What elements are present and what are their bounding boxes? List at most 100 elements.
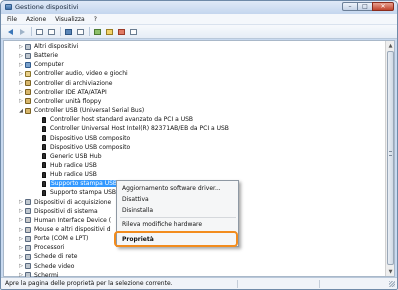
usb-plug-icon <box>42 180 46 187</box>
expand-arrow-icon[interactable]: ▷ <box>18 80 24 86</box>
usb-plug-icon <box>42 125 46 132</box>
toolbar <box>1 25 397 39</box>
usb-plug-icon <box>42 116 46 123</box>
hid-icon <box>25 217 31 224</box>
category-row[interactable]: ◢ Controller USB (Universal Serial Bus) <box>4 106 304 115</box>
properties-icon <box>65 28 72 35</box>
expand-arrow-icon[interactable]: ▷ <box>18 71 24 77</box>
floppy-controller-icon <box>25 98 31 105</box>
menu-bar: File Azione Visualizza ? <box>1 14 397 25</box>
vertical-scrollbar[interactable]: ▲ ▼ <box>385 41 394 276</box>
forward-button[interactable] <box>18 27 27 36</box>
processor-icon <box>25 244 31 251</box>
battery-icon <box>25 52 31 59</box>
tree-item-label: Computer <box>34 61 64 69</box>
expand-arrow-icon[interactable]: ▷ <box>18 263 24 269</box>
device-row[interactable]: Hub radice USB <box>4 161 304 170</box>
device-row[interactable]: Dispositivo USB composito <box>4 134 304 143</box>
menu-visualizza[interactable]: Visualizza <box>55 16 85 23</box>
expand-arrow-icon[interactable]: ▷ <box>18 254 24 260</box>
expand-arrow-icon[interactable]: ▷ <box>18 53 24 59</box>
tree-item-label: Controller IDE ATA/ATAPI <box>34 88 107 96</box>
tree-item-label: Dispositivi di acquisizione <box>34 198 112 206</box>
expand-arrow-icon[interactable]: ▷ <box>18 208 24 214</box>
category-row[interactable]: ▷ Controller unità floppy <box>4 97 304 106</box>
category-row[interactable]: ▷ Controller audio, video e giochi <box>4 69 304 78</box>
usb-plug-icon <box>42 189 46 196</box>
expand-arrow-icon[interactable]: ▷ <box>18 217 24 223</box>
menu-item-update-driver[interactable]: Aggiornamento software driver... <box>122 184 221 193</box>
minimize-button[interactable]: – <box>342 2 358 11</box>
category-row[interactable]: ▷ Computer <box>4 60 304 69</box>
menu-item-uninstall[interactable]: Disinstalla <box>122 206 153 215</box>
properties-highlight-frame <box>114 231 238 247</box>
category-row[interactable]: ▷ Altri dispositivi <box>4 42 304 51</box>
unknown-device-icon <box>25 43 31 50</box>
network-icon <box>25 253 31 260</box>
maximize-button[interactable]: □ <box>357 2 373 11</box>
title-bar[interactable]: Gestione dispositivi – □ ✕ <box>1 1 397 14</box>
update-driver-icon <box>106 28 113 35</box>
properties-toolbar-button[interactable] <box>64 27 73 36</box>
usb-controller-icon <box>25 107 31 114</box>
display-adapter-icon <box>25 263 31 270</box>
category-row[interactable]: ▷ Controller IDE ATA/ATAPI <box>4 88 304 97</box>
scroll-up-icon: ▲ <box>388 42 393 49</box>
category-row[interactable]: ▷ Schede video <box>4 262 304 271</box>
expand-arrow-icon[interactable]: ▷ <box>18 62 24 68</box>
menu-item-disable[interactable]: Disattiva <box>122 195 149 204</box>
tree-item-label: Controller host standard avanzato da PCI… <box>50 116 194 124</box>
back-button[interactable] <box>6 27 15 36</box>
expand-arrow-icon[interactable]: ▷ <box>18 236 24 242</box>
show-hide-console-tree-button[interactable] <box>35 27 44 36</box>
scan-hardware-button[interactable] <box>93 27 102 36</box>
menu-item-scan-hardware[interactable]: Rileva modifiche hardware <box>122 220 202 229</box>
expand-arrow-icon[interactable]: ▷ <box>18 44 24 50</box>
view-icon <box>48 28 55 35</box>
expand-arrow-icon[interactable]: ▷ <box>18 227 24 233</box>
expand-arrow-icon[interactable]: ▷ <box>18 199 24 205</box>
scroll-up-button[interactable]: ▲ <box>386 41 395 50</box>
uninstall-button[interactable] <box>117 27 126 36</box>
usb-plug-icon <box>42 144 46 151</box>
collapse-arrow-icon[interactable]: ◢ <box>18 108 24 114</box>
close-icon: ✕ <box>380 2 386 10</box>
window-title: Gestione dispositivi <box>15 3 79 11</box>
resize-grip-icon[interactable] <box>389 281 395 287</box>
tree-item-label: Mouse e altri dispositivi d <box>34 226 111 233</box>
tree-item-label: Supporto stampa USB <box>50 180 119 188</box>
menu-file[interactable]: File <box>7 16 17 23</box>
maximize-icon: □ <box>362 2 368 10</box>
device-row[interactable]: Dispositivo USB composito <box>4 143 304 152</box>
close-button[interactable]: ✕ <box>372 2 394 11</box>
device-row[interactable]: Controller Universal Host Intel(R) 82371… <box>4 124 304 133</box>
menu-azione[interactable]: Azione <box>26 16 46 23</box>
view-button[interactable] <box>47 27 56 36</box>
expand-arrow-icon[interactable]: ▷ <box>18 89 24 95</box>
port-icon <box>25 235 31 242</box>
help-toolbar-button[interactable] <box>76 27 85 36</box>
tree-item-label: Altri dispositivi <box>34 43 79 50</box>
category-row[interactable]: ▷ Controller di archiviazione <box>4 79 304 88</box>
usb-plug-icon <box>42 171 46 178</box>
device-row[interactable]: Hub radice USB <box>4 170 304 179</box>
tree-item-label: Processori <box>34 244 65 252</box>
scroll-thumb[interactable] <box>387 51 394 265</box>
usb-plug-icon <box>42 135 46 141</box>
context-menu-separator <box>120 217 236 218</box>
menu-help[interactable]: ? <box>94 16 97 23</box>
sound-icon <box>25 70 31 77</box>
device-row[interactable]: Controller host standard avanzato da PCI… <box>4 115 304 124</box>
category-row[interactable]: ▷ Schede di rete <box>4 252 304 261</box>
category-row[interactable]: ▷ Batterie <box>4 51 304 60</box>
storage-controller-icon <box>25 80 31 87</box>
expand-arrow-icon[interactable]: ▷ <box>18 245 24 251</box>
update-driver-button[interactable] <box>105 27 114 36</box>
scroll-down-button[interactable]: ▼ <box>386 267 395 276</box>
console-tree-icon <box>36 28 43 35</box>
disable-button[interactable] <box>129 27 138 36</box>
expand-arrow-icon[interactable]: ▷ <box>18 98 24 104</box>
toolbar-separator <box>89 27 90 36</box>
tree-item-label: Dispositivo USB composito <box>50 143 131 151</box>
device-row[interactable]: Generic USB Hub <box>4 152 304 161</box>
